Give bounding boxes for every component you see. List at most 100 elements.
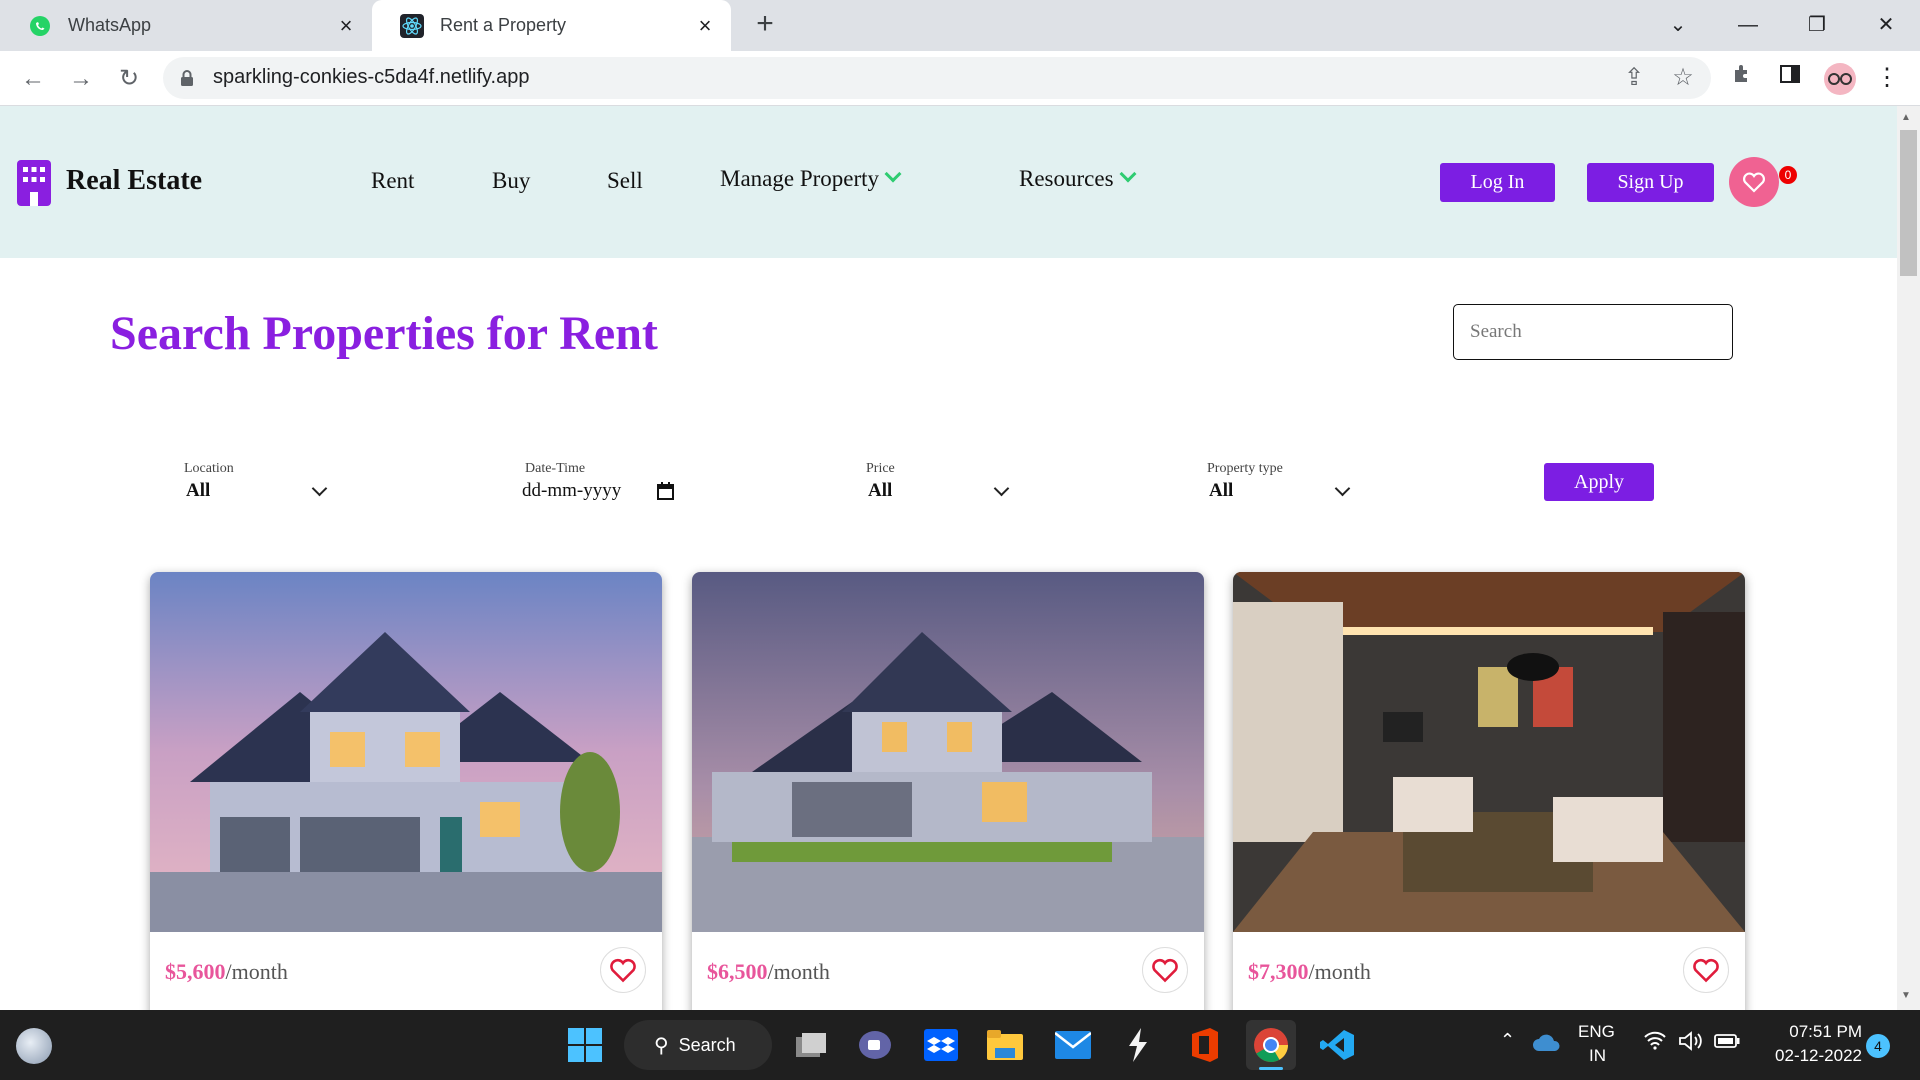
scroll-up-icon[interactable]: ▲ [1901, 112, 1911, 123]
teams-chat-icon[interactable] [850, 1020, 900, 1070]
scrollbar-thumb[interactable] [1900, 130, 1917, 276]
battery-icon[interactable] [1714, 1034, 1740, 1053]
taskbar-search-label: Search [678, 1034, 736, 1055]
house-exterior-dusk-image [150, 572, 662, 932]
input-language[interactable]: ENG [1578, 1022, 1615, 1042]
price-chevron-down-icon[interactable] [993, 480, 1010, 497]
extensions-icon[interactable] [1727, 63, 1757, 93]
listing-price: $5,600/month [165, 959, 288, 984]
nav-manage-property[interactable]: Manage Property [720, 165, 902, 192]
back-icon[interactable]: ← [18, 64, 48, 94]
input-region[interactable]: IN [1589, 1046, 1606, 1066]
onedrive-icon[interactable] [1533, 1033, 1561, 1056]
mail-icon[interactable] [1048, 1020, 1098, 1070]
chevron-down-icon [884, 165, 902, 183]
bookmark-star-icon[interactable]: ☆ [1668, 63, 1698, 93]
living-room-interior-image [1233, 572, 1745, 932]
weather-icon[interactable] [16, 1028, 52, 1064]
search-icon: ⚲ [654, 1034, 669, 1057]
app-bolt-icon[interactable] [1113, 1020, 1163, 1070]
property-type-label: Property type [1207, 461, 1283, 476]
property-type-chevron-down-icon[interactable] [1334, 480, 1351, 497]
login-button[interactable]: Log In [1440, 163, 1555, 202]
scroll-down-icon[interactable]: ▼ [1901, 990, 1911, 1001]
share-icon[interactable]: ⇪ [1619, 63, 1649, 93]
calendar-icon[interactable] [657, 482, 674, 505]
taskbar-search[interactable]: ⚲ Search [624, 1020, 772, 1070]
favorites-button[interactable] [1729, 157, 1779, 207]
favorites-count-badge: 0 [1779, 166, 1797, 184]
listing-price: $7,300/month [1248, 959, 1371, 984]
wifi-icon[interactable] [1643, 1030, 1667, 1056]
chevron-down-icon [1119, 165, 1137, 183]
clock-time[interactable]: 07:51 PM [1762, 1022, 1862, 1042]
chrome-taskbar-icon[interactable] [1246, 1020, 1296, 1070]
side-panel-icon[interactable] [1775, 63, 1805, 93]
nav-resources-label: Resources [1019, 166, 1114, 191]
tab-rent-a-property[interactable]: Rent a Property × [372, 0, 731, 51]
apply-button[interactable]: Apply [1544, 463, 1654, 501]
volume-icon[interactable] [1678, 1031, 1704, 1056]
heart-icon [610, 958, 636, 983]
minimize-icon[interactable]: — [1728, 8, 1768, 42]
notification-badge[interactable]: 4 [1866, 1034, 1890, 1058]
heart-icon [1152, 958, 1178, 983]
page-scrollbar[interactable]: ▲ ▼ [1897, 106, 1920, 1010]
nav-manage-property-label: Manage Property [720, 166, 880, 191]
tab-label: Rent a Property [440, 15, 567, 35]
property-type-select[interactable]: All [1209, 480, 1233, 502]
browser-tab-strip: WhatsApp × Rent a Property × + ⌄ — ❐ ✕ [0, 0, 1920, 51]
forward-icon[interactable]: → [66, 64, 96, 94]
tab-whatsapp[interactable]: WhatsApp × [0, 0, 372, 51]
listing-price: $6,500/month [707, 959, 830, 984]
datetime-label: Date-Time [525, 461, 586, 476]
location-label: Location [184, 461, 234, 476]
nav-buy[interactable]: Buy [492, 168, 530, 194]
react-icon [400, 13, 424, 38]
building-logo-icon[interactable] [17, 160, 51, 211]
location-select[interactable]: All [186, 480, 210, 502]
price-label: Price [866, 461, 895, 476]
nav-sell[interactable]: Sell [607, 168, 643, 194]
listing-card[interactable]: $6,500/month [692, 572, 1204, 1010]
close-tab-icon[interactable]: × [336, 14, 356, 36]
windows-start-icon[interactable] [560, 1020, 610, 1070]
chrome-menu-icon[interactable]: ⋮ [1872, 63, 1902, 93]
clock-date[interactable]: 02-12-2022 [1752, 1046, 1862, 1066]
favorite-button[interactable] [1142, 947, 1188, 993]
active-app-indicator [1259, 1067, 1283, 1070]
favorite-button[interactable] [600, 947, 646, 993]
web-page: Real Estate Rent Buy Sell Manage Propert… [0, 106, 1897, 1010]
restore-icon[interactable]: ❐ [1797, 8, 1837, 42]
lock-icon[interactable] [180, 69, 194, 92]
tab-search-chevron-icon[interactable]: ⌄ [1658, 8, 1698, 42]
site-header: Real Estate Rent Buy Sell Manage Propert… [0, 106, 1897, 258]
listing-card[interactable]: $5,600/month [150, 572, 662, 1010]
new-tab-icon[interactable]: + [750, 9, 780, 40]
reload-icon[interactable]: ↻ [114, 64, 144, 94]
signup-button[interactable]: Sign Up [1587, 163, 1714, 202]
location-chevron-down-icon[interactable] [311, 480, 328, 497]
office-icon[interactable] [1180, 1020, 1230, 1070]
listing-card[interactable]: $7,300/month [1233, 572, 1745, 1010]
heart-icon [1743, 172, 1765, 193]
page-title: Search Properties for Rent [110, 307, 658, 360]
close-tab-icon[interactable]: × [695, 14, 715, 36]
vscode-icon[interactable] [1312, 1020, 1362, 1070]
task-view-icon[interactable] [786, 1020, 836, 1070]
tray-overflow-icon[interactable]: ⌃ [1500, 1030, 1515, 1051]
nav-rent[interactable]: Rent [371, 168, 414, 194]
tab-label: WhatsApp [68, 15, 152, 35]
favorite-button[interactable] [1683, 947, 1729, 993]
heart-icon [1693, 958, 1719, 983]
file-explorer-icon[interactable] [980, 1020, 1030, 1070]
nav-resources[interactable]: Resources [1019, 165, 1137, 192]
brand-name[interactable]: Real Estate [66, 165, 202, 197]
dropbox-icon[interactable] [916, 1020, 966, 1070]
profile-avatar[interactable] [1824, 63, 1856, 95]
close-window-icon[interactable]: ✕ [1866, 8, 1906, 42]
price-select[interactable]: All [868, 480, 892, 502]
date-input[interactable]: dd-mm-yyyy [522, 480, 621, 502]
url-text[interactable]: sparkling-conkies-c5da4f.netlify.app [213, 66, 529, 89]
search-input[interactable]: Search [1453, 304, 1733, 360]
